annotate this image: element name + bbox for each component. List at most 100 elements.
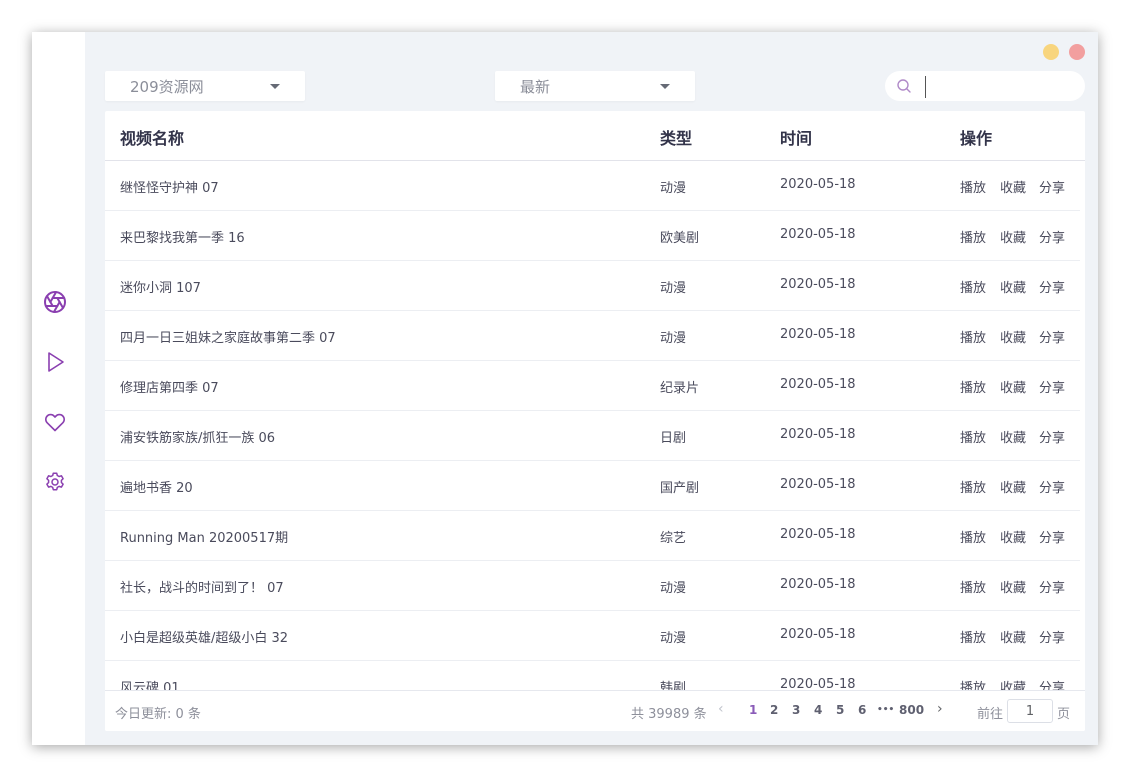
close-button[interactable] <box>1069 44 1085 60</box>
minimize-button[interactable] <box>1043 44 1059 60</box>
search-box <box>885 71 1085 101</box>
play-button[interactable]: 播放 <box>960 427 986 446</box>
source-select-value: 209资源网 <box>130 78 204 96</box>
sort-select[interactable]: 最新 <box>495 71 695 101</box>
table-row[interactable]: 风云碑 01 韩剧 2020-05-18 播放 收藏 分享 <box>105 661 1080 690</box>
caret-down-icon <box>270 84 280 89</box>
play-button[interactable]: 播放 <box>960 677 986 690</box>
table-header: 视频名称 类型 时间 操作 <box>105 111 1085 161</box>
video-type: 动漫 <box>660 281 687 296</box>
favorite-button[interactable]: 收藏 <box>1000 627 1026 646</box>
total-count: 共 39989 条 <box>631 707 707 722</box>
today-update-count: 今日更新: 0 条 <box>115 707 201 722</box>
favorite-button[interactable]: 收藏 <box>1000 177 1026 196</box>
video-name: Running Man 20200517期 <box>120 531 289 546</box>
aperture-icon[interactable] <box>42 289 68 315</box>
favorite-button[interactable]: 收藏 <box>1000 477 1026 496</box>
favorite-button[interactable]: 收藏 <box>1000 377 1026 396</box>
column-header-actions: 操作 <box>960 129 993 148</box>
favorite-button[interactable]: 收藏 <box>1000 427 1026 446</box>
share-button[interactable]: 分享 <box>1039 377 1065 396</box>
play-button[interactable]: 播放 <box>960 577 986 596</box>
video-time: 2020-05-18 <box>780 377 856 392</box>
table-row[interactable]: 遍地书香 20 国产剧 2020-05-18 播放 收藏 分享 <box>105 461 1080 511</box>
video-time: 2020-05-18 <box>780 227 856 242</box>
play-button[interactable]: 播放 <box>960 177 986 196</box>
favorite-button[interactable]: 收藏 <box>1000 527 1026 546</box>
play-button[interactable]: 播放 <box>960 327 986 346</box>
page-3[interactable]: 3 <box>792 703 800 717</box>
table-row[interactable]: Running Man 20200517期 综艺 2020-05-18 播放 收藏 分享 <box>105 511 1080 561</box>
video-name: 小白是超级英雄/超级小白 32 <box>120 631 289 646</box>
video-type: 综艺 <box>660 531 687 546</box>
share-button[interactable]: 分享 <box>1039 627 1065 646</box>
play-button[interactable]: 播放 <box>960 377 986 396</box>
video-name: 社长，战斗的时间到了！ 07 <box>120 581 284 596</box>
share-button[interactable]: 分享 <box>1039 577 1065 596</box>
share-button[interactable]: 分享 <box>1039 327 1065 346</box>
share-button[interactable]: 分享 <box>1039 177 1065 196</box>
play-button[interactable]: 播放 <box>960 627 986 646</box>
share-button[interactable]: 分享 <box>1039 277 1065 296</box>
heart-icon[interactable] <box>42 409 68 435</box>
video-type: 欧美剧 <box>660 231 700 246</box>
video-type: 韩剧 <box>660 681 687 690</box>
page-last[interactable]: 800 <box>899 703 924 717</box>
gear-icon[interactable] <box>42 469 68 495</box>
favorite-button[interactable]: 收藏 <box>1000 277 1026 296</box>
page-ellipsis[interactable]: ••• <box>877 705 894 715</box>
table-row[interactable]: 继怪怪守护神 07 动漫 2020-05-18 播放 收藏 分享 <box>105 161 1080 211</box>
video-name: 修理店第四季 07 <box>120 381 219 396</box>
table-row[interactable]: 小白是超级英雄/超级小白 32 动漫 2020-05-18 播放 收藏 分享 <box>105 611 1080 661</box>
share-button[interactable]: 分享 <box>1039 227 1065 246</box>
video-type: 纪录片 <box>660 381 700 396</box>
share-button[interactable]: 分享 <box>1039 527 1065 546</box>
goto-page-input[interactable] <box>1007 699 1053 723</box>
chevron-left-icon[interactable]: ‹ <box>718 701 724 717</box>
table-row[interactable]: 四月一日三姐妹之家庭故事第二季 07 动漫 2020-05-18 播放 收藏 分享 <box>105 311 1080 361</box>
favorite-button[interactable]: 收藏 <box>1000 327 1026 346</box>
video-time: 2020-05-18 <box>780 627 856 642</box>
video-time: 2020-05-18 <box>780 177 856 192</box>
play-button[interactable]: 播放 <box>960 477 986 496</box>
page-4[interactable]: 4 <box>814 703 822 717</box>
search-input[interactable] <box>925 76 1077 98</box>
video-name: 迷你小洞 107 <box>120 281 201 296</box>
video-time: 2020-05-18 <box>780 527 856 542</box>
play-button[interactable]: 播放 <box>960 527 986 546</box>
video-time: 2020-05-18 <box>780 677 856 690</box>
table-body: 继怪怪守护神 07 动漫 2020-05-18 播放 收藏 分享 来巴黎找我第一季 16 欧美… <box>105 161 1080 690</box>
caret-down-icon <box>660 84 670 89</box>
page-6[interactable]: 6 <box>858 703 866 717</box>
video-name: 遍地书香 20 <box>120 481 193 496</box>
share-button[interactable]: 分享 <box>1039 477 1065 496</box>
table-row[interactable]: 社长，战斗的时间到了！ 07 动漫 2020-05-18 播放 收藏 分享 <box>105 561 1080 611</box>
table-row[interactable]: 迷你小洞 107 动漫 2020-05-18 播放 收藏 分享 <box>105 261 1080 311</box>
table-row[interactable]: 修理店第四季 07 纪录片 2020-05-18 播放 收藏 分享 <box>105 361 1080 411</box>
play-icon[interactable] <box>42 349 68 375</box>
table-footer: 今日更新: 0 条 共 39989 条 ‹ 1 2 3 4 5 6 ••• 80… <box>105 690 1085 731</box>
video-table: 视频名称 类型 时间 操作 继怪怪守护神 07 动漫 2020-05-18 播放 收藏分… <box>105 111 1085 731</box>
share-button[interactable]: 分享 <box>1039 427 1065 446</box>
play-button[interactable]: 播放 <box>960 227 986 246</box>
video-name: 来巴黎找我第一季 16 <box>120 231 245 246</box>
page-5[interactable]: 5 <box>836 703 844 717</box>
video-time: 2020-05-18 <box>780 427 856 442</box>
video-name: 四月一日三姐妹之家庭故事第二季 07 <box>120 331 336 346</box>
column-header-time: 时间 <box>780 129 813 148</box>
page-2[interactable]: 2 <box>770 703 778 717</box>
play-button[interactable]: 播放 <box>960 277 986 296</box>
table-row[interactable]: 来巴黎找我第一季 16 欧美剧 2020-05-18 播放 收藏 分享 <box>105 211 1080 261</box>
favorite-button[interactable]: 收藏 <box>1000 577 1026 596</box>
table-row[interactable]: 浦安铁筋家族/抓狂一族 06 日剧 2020-05-18 播放 收藏 分享 <box>105 411 1080 461</box>
share-button[interactable]: 分享 <box>1039 677 1065 690</box>
video-type: 动漫 <box>660 181 687 196</box>
page-1[interactable]: 1 <box>749 703 757 717</box>
favorite-button[interactable]: 收藏 <box>1000 227 1026 246</box>
video-time: 2020-05-18 <box>780 327 856 342</box>
sidebar <box>32 32 85 745</box>
source-select[interactable]: 209资源网 <box>105 71 305 101</box>
chevron-right-icon[interactable]: › <box>937 701 943 717</box>
app-window: 209资源网 最新 视频名称 类型 时间 操作 继怪怪守护神 07 动漫 2020-… <box>32 32 1098 745</box>
favorite-button[interactable]: 收藏 <box>1000 677 1026 690</box>
